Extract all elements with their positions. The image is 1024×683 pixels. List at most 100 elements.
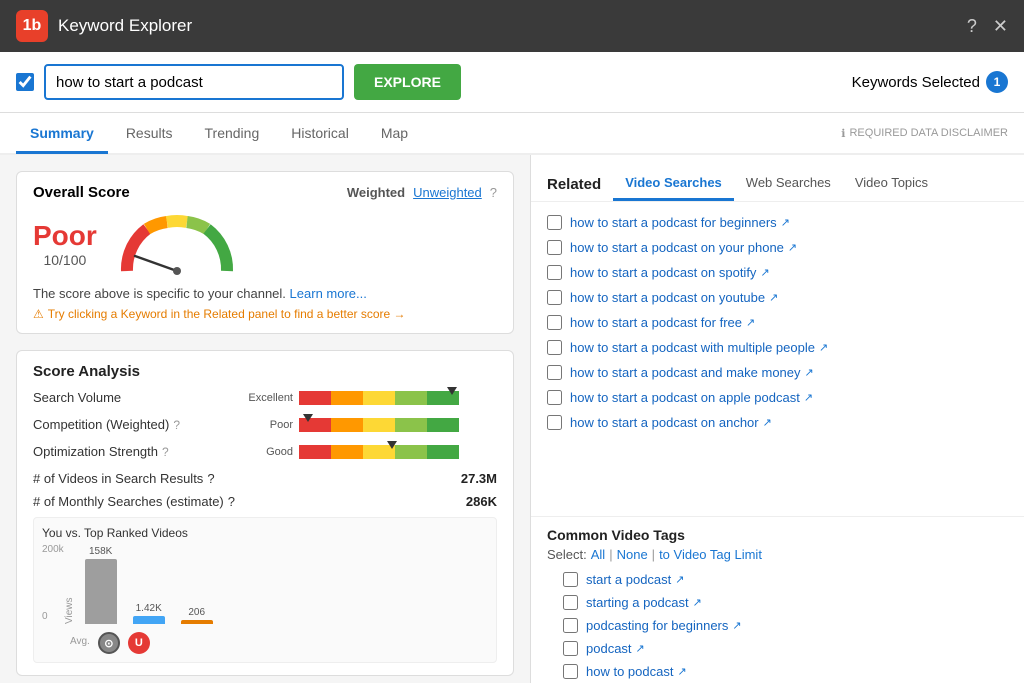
tags-select-all[interactable]: All [591, 547, 605, 562]
unweighted-button[interactable]: Unweighted [413, 185, 482, 200]
explore-button[interactable]: EXPLORE [354, 64, 461, 100]
related-item-checkbox-1[interactable] [547, 215, 562, 230]
views-label: Views [64, 544, 75, 624]
analysis-label-optimization: Optimization Strength ? [33, 444, 233, 459]
tab-map[interactable]: Map [367, 115, 422, 154]
search-input[interactable] [44, 64, 344, 100]
tag-checkbox-1[interactable] [563, 572, 578, 587]
chart-bar-group-1: 158K [85, 546, 117, 624]
tabs-bar: Summary Results Trending Historical Map … [0, 113, 1024, 155]
tag-item-4[interactable]: podcast ↗ [547, 637, 1008, 660]
list-item[interactable]: how to start a podcast for beginners ↗ [531, 210, 1024, 235]
chart-bar-1 [85, 559, 117, 624]
related-tab-video-searches[interactable]: Video Searches [613, 167, 734, 201]
tag-link-5[interactable]: how to podcast ↗ [586, 664, 687, 679]
bar-label-206: 206 [188, 607, 205, 618]
chart-icons: ⊙ U [98, 632, 150, 654]
tab-historical[interactable]: Historical [277, 115, 363, 154]
bar-competition [299, 418, 459, 432]
related-item-link-8[interactable]: how to start a podcast on apple podcast … [570, 390, 813, 405]
list-item[interactable]: how to start a podcast on spotify ↗ [531, 260, 1024, 285]
competition-help-icon[interactable]: ? [173, 418, 180, 432]
external-link-icon: ↗ [804, 391, 813, 404]
tags-select-limit[interactable]: to Video Tag Limit [659, 547, 762, 562]
related-tab-web-searches[interactable]: Web Searches [734, 167, 843, 201]
videos-help-icon[interactable]: ? [207, 471, 214, 486]
tags-select-none[interactable]: None [617, 547, 648, 562]
list-item[interactable]: how to start a podcast for free ↗ [531, 310, 1024, 335]
tags-select-label: Select: [547, 547, 587, 562]
tag-checkbox-2[interactable] [563, 595, 578, 610]
tags-divider-2: | [652, 547, 655, 562]
tag-link-3[interactable]: podcasting for beginners ↗ [586, 618, 742, 633]
tags-list: start a podcast ↗ starting a podcast ↗ p… [547, 568, 1008, 683]
related-item-checkbox-2[interactable] [547, 240, 562, 255]
gauge-chart [117, 211, 237, 276]
tab-results[interactable]: Results [112, 115, 187, 154]
related-item-checkbox-5[interactable] [547, 315, 562, 330]
tag-item-3[interactable]: podcasting for beginners ↗ [547, 614, 1008, 637]
target-icon[interactable]: ⊙ [98, 632, 120, 654]
list-item[interactable]: how to start a podcast on your phone ↗ [531, 235, 1024, 260]
related-item-link-6[interactable]: how to start a podcast with multiple peo… [570, 340, 828, 355]
external-link-icon: ↗ [677, 665, 686, 678]
tag-checkbox-4[interactable] [563, 641, 578, 656]
related-item-link-9[interactable]: how to start a podcast on anchor ↗ [570, 415, 772, 430]
help-icon[interactable]: ? [967, 16, 977, 37]
search-checkbox[interactable] [16, 73, 34, 91]
user-icon[interactable]: U [128, 632, 150, 654]
bar-optimization [299, 445, 459, 459]
left-panel: Overall Score Weighted Unweighted ? Poor… [0, 155, 530, 683]
stat-value-searches: 286K [466, 494, 497, 509]
tag-checkbox-3[interactable] [563, 618, 578, 633]
tag-link-4[interactable]: podcast ↗ [586, 641, 645, 656]
list-item[interactable]: how to start a podcast on youtube ↗ [531, 285, 1024, 310]
tag-link-1[interactable]: start a podcast ↗ [586, 572, 685, 587]
title-bar-icons: ? ✕ [967, 16, 1008, 37]
chart-bar-3 [181, 620, 213, 624]
related-item-checkbox-4[interactable] [547, 290, 562, 305]
related-item-link-3[interactable]: how to start a podcast on spotify ↗ [570, 265, 770, 280]
tag-checkbox-5[interactable] [563, 664, 578, 679]
weighted-toggle: Weighted Unweighted ? [347, 185, 497, 200]
bar-area-optimization: Good [241, 445, 497, 459]
external-link-icon: ↗ [805, 366, 814, 379]
list-item[interactable]: how to start a podcast on anchor ↗ [531, 410, 1024, 435]
tag-item-5[interactable]: how to podcast ↗ [547, 660, 1008, 683]
list-item[interactable]: how to start a podcast on apple podcast … [531, 385, 1024, 410]
learn-more-link[interactable]: Learn more... [290, 286, 367, 301]
chart-title: You vs. Top Ranked Videos [42, 526, 488, 540]
related-item-link-1[interactable]: how to start a podcast for beginners ↗ [570, 215, 790, 230]
related-item-checkbox-8[interactable] [547, 390, 562, 405]
tab-summary[interactable]: Summary [16, 115, 108, 154]
related-item-checkbox-9[interactable] [547, 415, 562, 430]
score-text-area: Poor 10/100 [33, 220, 97, 268]
chart-bar-group-3: 206 [181, 607, 213, 624]
related-item-checkbox-7[interactable] [547, 365, 562, 380]
list-item[interactable]: how to start a podcast with multiple peo… [531, 335, 1024, 360]
warning-icon: ⚠ [33, 307, 44, 321]
weighted-button[interactable]: Weighted [347, 185, 405, 200]
list-item[interactable]: how to start a podcast and make money ↗ [531, 360, 1024, 385]
related-title: Related [547, 176, 601, 193]
searches-help-icon[interactable]: ? [228, 494, 235, 509]
related-item-link-7[interactable]: how to start a podcast and make money ↗ [570, 365, 814, 380]
tag-link-2[interactable]: starting a podcast ↗ [586, 595, 702, 610]
related-tabs: Video Searches Web Searches Video Topics [613, 167, 940, 201]
optimization-help-icon[interactable]: ? [162, 445, 169, 459]
related-tab-video-topics[interactable]: Video Topics [843, 167, 940, 201]
related-item-link-4[interactable]: how to start a podcast on youtube ↗ [570, 290, 778, 305]
score-help-icon[interactable]: ? [490, 185, 497, 200]
related-item-link-2[interactable]: how to start a podcast on your phone ↗ [570, 240, 797, 255]
related-item-link-5[interactable]: how to start a podcast for free ↗ [570, 315, 755, 330]
main-content: Overall Score Weighted Unweighted ? Poor… [0, 155, 1024, 683]
right-panel: Related Video Searches Web Searches Vide… [530, 155, 1024, 683]
close-icon[interactable]: ✕ [993, 16, 1008, 37]
tab-trending[interactable]: Trending [191, 115, 274, 154]
external-link-icon: ↗ [746, 316, 755, 329]
related-item-checkbox-3[interactable] [547, 265, 562, 280]
disclaimer-icon: ℹ [841, 127, 845, 140]
related-item-checkbox-6[interactable] [547, 340, 562, 355]
tag-item-1[interactable]: start a podcast ↗ [547, 568, 1008, 591]
tag-item-2[interactable]: starting a podcast ↗ [547, 591, 1008, 614]
